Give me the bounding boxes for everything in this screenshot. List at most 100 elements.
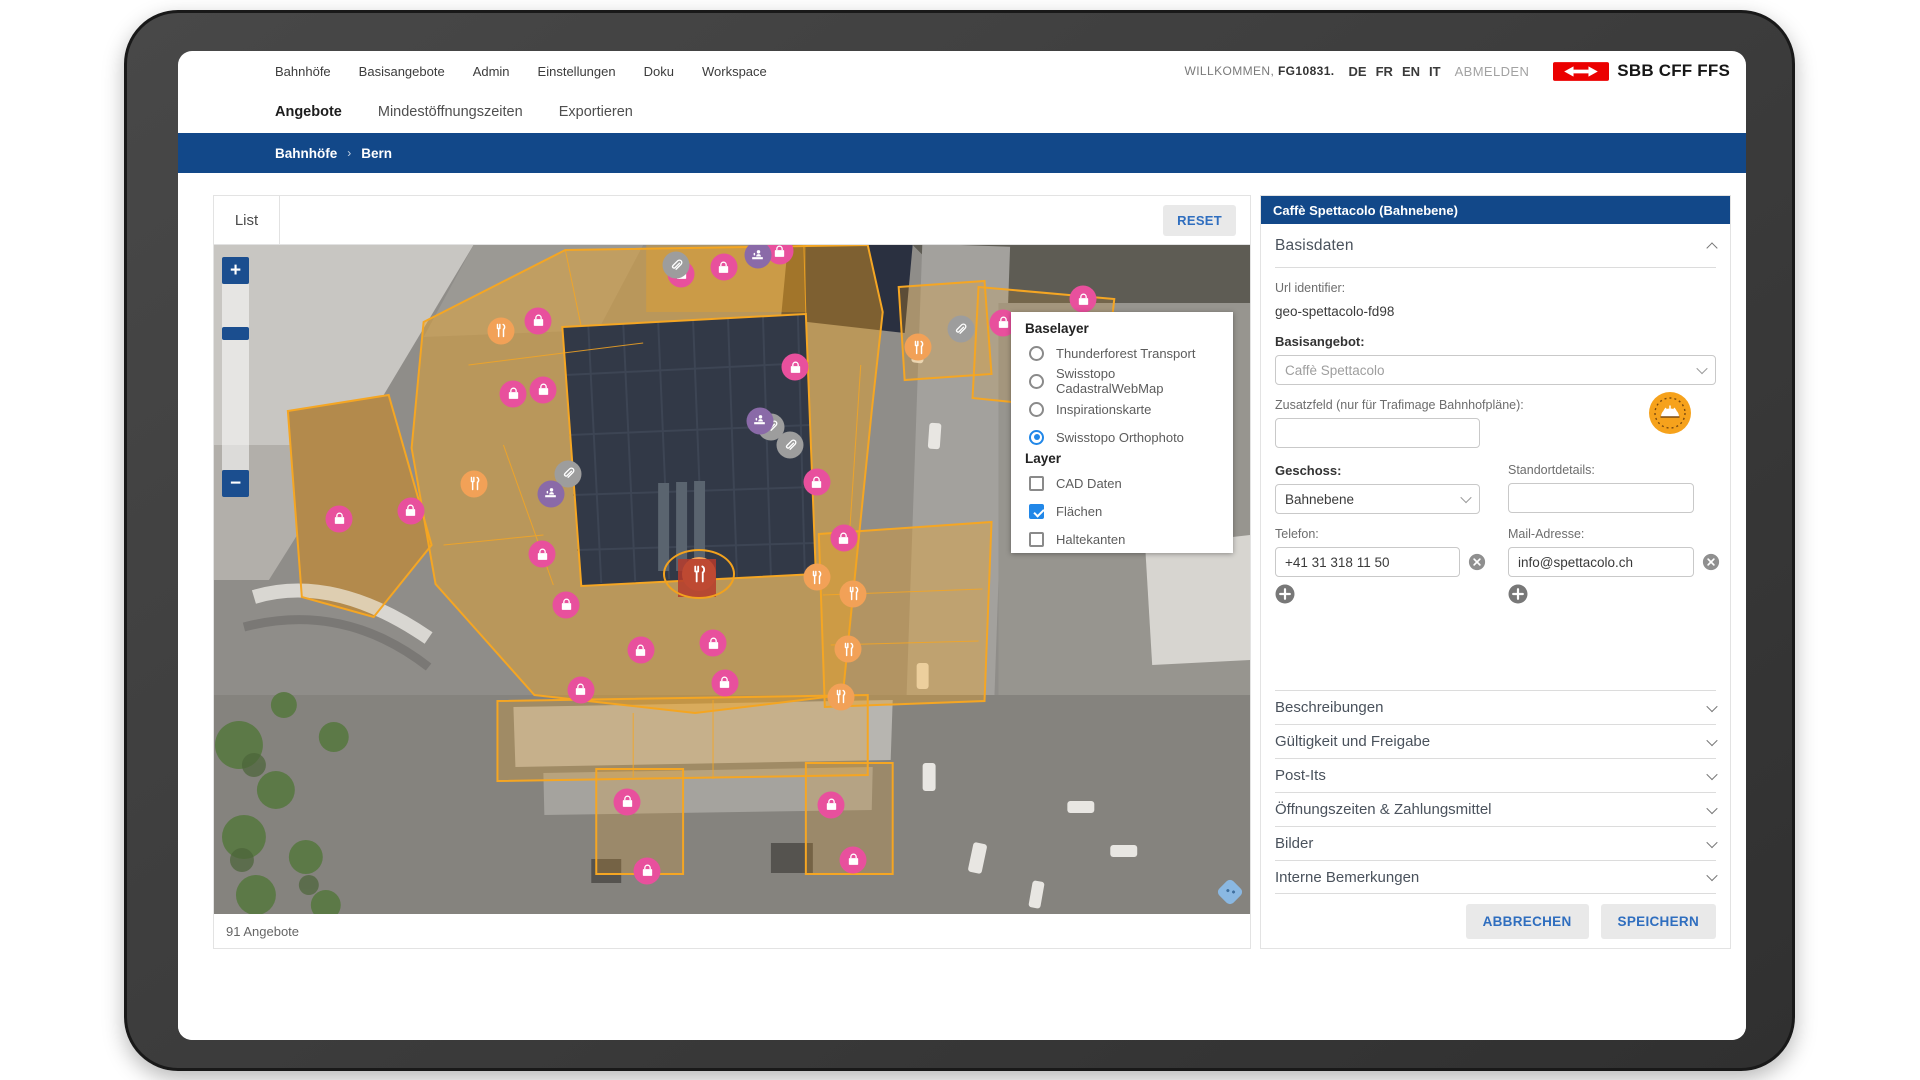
map-marker-attachment[interactable] xyxy=(777,432,804,459)
radio-icon[interactable] xyxy=(1029,346,1044,361)
layer-haltekanten[interactable]: Haltekanten xyxy=(1025,525,1223,553)
map-marker-shopping[interactable] xyxy=(634,857,661,884)
lang-de[interactable]: DE xyxy=(1349,64,1367,79)
main-content: List RESET xyxy=(178,173,1746,1040)
lang-fr[interactable]: FR xyxy=(1376,64,1393,79)
nav-bahnhoefe[interactable]: Bahnhöfe xyxy=(275,64,331,79)
standortdetails-label: Standortdetails: xyxy=(1508,463,1716,477)
nav-workspace[interactable]: Workspace xyxy=(702,64,767,79)
map-marker-shopping[interactable] xyxy=(782,354,809,381)
map-marker-shopping[interactable] xyxy=(710,254,737,281)
telefon-input[interactable] xyxy=(1275,547,1460,577)
accordion-gueltigkeit-und-freigabe[interactable]: Gültigkeit und Freigabe xyxy=(1275,724,1716,758)
map-view[interactable]: + − Baselayer Thunderforest Transport xyxy=(214,245,1250,914)
chevron-down-icon xyxy=(1460,492,1471,503)
list-tab[interactable]: List xyxy=(214,196,280,244)
map-marker-food-selected[interactable] xyxy=(682,557,716,591)
baselayer-title: Baselayer xyxy=(1025,321,1223,336)
tab-angebote[interactable]: Angebote xyxy=(275,104,342,120)
lang-it[interactable]: IT xyxy=(1429,64,1441,79)
map-marker-shopping[interactable] xyxy=(700,630,727,657)
accordion-interne-bemerkungen[interactable]: Interne Bemerkungen xyxy=(1275,860,1716,894)
map-marker-food[interactable] xyxy=(461,470,488,497)
map-marker-shopping[interactable] xyxy=(803,469,830,496)
zoom-slider-handle[interactable] xyxy=(222,327,249,340)
map-marker-service[interactable] xyxy=(537,480,564,507)
map-marker-food[interactable] xyxy=(840,580,867,607)
map-marker-attachment[interactable] xyxy=(947,316,974,343)
map-marker-shopping[interactable] xyxy=(530,376,557,403)
zusatzfeld-input[interactable] xyxy=(1275,418,1480,448)
tablet-frame: Bahnhöfe Basisangebote Admin Einstellung… xyxy=(124,10,1795,1071)
section-basisdaten[interactable]: Basisdaten xyxy=(1275,224,1716,268)
map-marker-food[interactable] xyxy=(487,317,514,344)
zoom-in-button[interactable]: + xyxy=(222,257,249,284)
map-marker-food[interactable] xyxy=(803,564,830,591)
sbb-logo-icon xyxy=(1553,62,1609,81)
map-marker-shopping[interactable] xyxy=(711,669,738,696)
map-marker-shopping[interactable] xyxy=(840,846,867,873)
tab-exportieren[interactable]: Exportieren xyxy=(559,104,633,120)
logout-link[interactable]: ABMELDEN xyxy=(1455,64,1530,79)
standortdetails-input[interactable] xyxy=(1508,483,1694,513)
clear-telefon-icon[interactable] xyxy=(1468,553,1486,571)
add-telefon-icon[interactable] xyxy=(1275,584,1295,604)
nav-admin[interactable]: Admin xyxy=(473,64,510,79)
brand-name: SBB CFF FFS xyxy=(1617,61,1730,81)
nav-basisangebote[interactable]: Basisangebote xyxy=(359,64,445,79)
lang-en[interactable]: EN xyxy=(1402,64,1420,79)
radio-icon[interactable] xyxy=(1029,402,1044,417)
nav-doku[interactable]: Doku xyxy=(644,64,674,79)
baselayer-cadastralwebmap[interactable]: Swisstopo CadastralWebMap xyxy=(1025,367,1223,395)
cancel-button[interactable]: ABBRECHEN xyxy=(1466,904,1589,939)
map-marker-shopping[interactable] xyxy=(525,307,552,334)
map-marker-food[interactable] xyxy=(827,683,854,710)
layer-cad-daten[interactable]: CAD Daten xyxy=(1025,469,1223,497)
accordion-beschreibungen[interactable]: Beschreibungen xyxy=(1275,690,1716,724)
nav-einstellungen[interactable]: Einstellungen xyxy=(538,64,616,79)
map-marker-service[interactable] xyxy=(746,407,773,434)
map-marker-shopping[interactable] xyxy=(818,791,845,818)
map-marker-shopping[interactable] xyxy=(1070,286,1097,313)
layer-flaechen[interactable]: Flächen xyxy=(1025,497,1223,525)
accordion-post-its[interactable]: Post-Its xyxy=(1275,758,1716,792)
map-marker-shopping[interactable] xyxy=(567,676,594,703)
map-marker-shopping[interactable] xyxy=(500,380,527,407)
baselayer-thunderforest[interactable]: Thunderforest Transport xyxy=(1025,339,1223,367)
chevron-down-icon xyxy=(1706,870,1717,881)
map-marker-food[interactable] xyxy=(835,636,862,663)
map-marker-shopping[interactable] xyxy=(529,541,556,568)
basisangebot-select[interactable]: Caffè Spettacolo xyxy=(1275,355,1716,385)
clear-mail-icon[interactable] xyxy=(1702,553,1720,571)
radio-icon[interactable] xyxy=(1029,374,1044,389)
tab-mindestoeffnungszeiten[interactable]: Mindestöffnungszeiten xyxy=(378,104,523,120)
checkbox-icon[interactable] xyxy=(1029,532,1044,547)
layer-title: Layer xyxy=(1025,451,1223,466)
accordion-bilder[interactable]: Bilder xyxy=(1275,826,1716,860)
basisangebot-label: Basisangebot: xyxy=(1275,334,1716,349)
baselayer-inspirationskarte[interactable]: Inspirationskarte xyxy=(1025,395,1223,423)
radio-icon[interactable] xyxy=(1029,430,1044,445)
map-marker-food[interactable] xyxy=(905,334,932,361)
map-marker-shopping[interactable] xyxy=(326,505,353,532)
add-mail-icon[interactable] xyxy=(1508,584,1528,604)
map-marker-shopping[interactable] xyxy=(627,637,654,664)
results-count: 91 Angebote xyxy=(226,924,299,939)
breadcrumb-root[interactable]: Bahnhöfe xyxy=(275,146,337,161)
map-marker-shopping[interactable] xyxy=(397,497,424,524)
map-marker-shopping[interactable] xyxy=(553,591,580,618)
chevron-down-icon xyxy=(1706,734,1717,745)
zoom-out-button[interactable]: − xyxy=(222,470,249,497)
accordion-oeffnungszeiten-zahlungsmittel[interactable]: Öffnungszeiten & Zahlungsmittel xyxy=(1275,792,1716,826)
zoom-slider-track[interactable] xyxy=(222,284,249,470)
baselayer-orthophoto[interactable]: Swisstopo Orthophoto xyxy=(1025,423,1223,451)
map-marker-shopping[interactable] xyxy=(830,525,857,552)
reset-button[interactable]: RESET xyxy=(1163,205,1236,236)
save-button[interactable]: SPEICHERN xyxy=(1601,904,1716,939)
checkbox-icon[interactable] xyxy=(1029,476,1044,491)
mail-input[interactable] xyxy=(1508,547,1694,577)
geschoss-select[interactable]: Bahnebene xyxy=(1275,484,1480,514)
map-marker-attachment[interactable] xyxy=(663,252,690,279)
map-marker-shopping[interactable] xyxy=(614,788,641,815)
checkbox-icon[interactable] xyxy=(1029,504,1044,519)
